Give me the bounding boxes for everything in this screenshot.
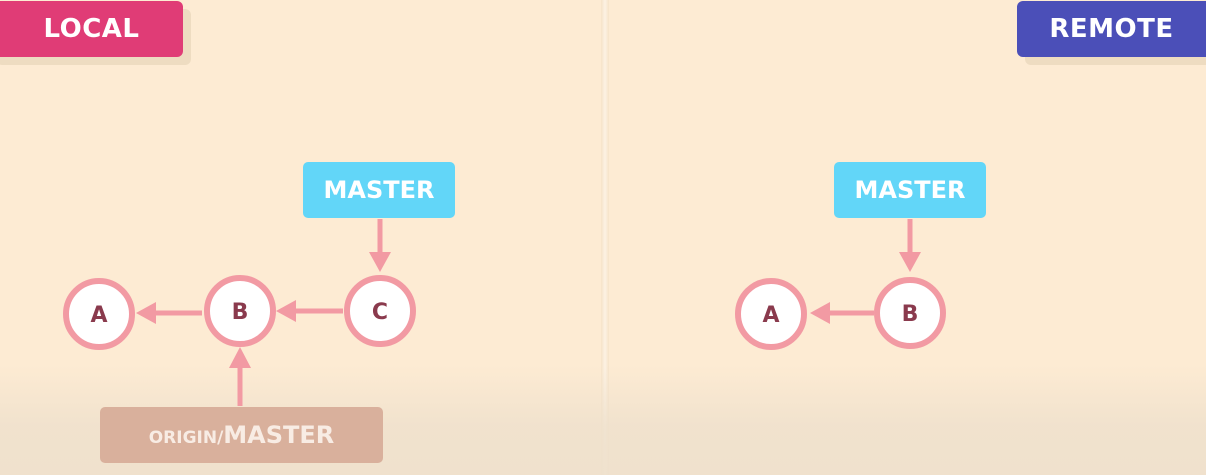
local-commit-c: C (344, 275, 416, 347)
origin-ref-prefix: ORIGIN/ (148, 428, 224, 448)
remote-arrowhead-b-to-a (810, 302, 830, 324)
remote-commit-a-label: A (762, 303, 779, 328)
local-master-ref: MASTER (303, 162, 455, 218)
arrowhead-b-to-a (136, 302, 156, 324)
local-commit-a: A (63, 278, 135, 350)
remote-arrowhead-master-to-b (899, 252, 921, 272)
remote-commit-a: A (735, 278, 807, 350)
arrowhead-c-to-b (276, 300, 296, 322)
local-commit-b: B (204, 275, 276, 347)
local-commit-b-label: B (232, 300, 249, 325)
remote-commit-b-label: B (902, 302, 919, 327)
local-commit-a-label: A (90, 303, 107, 328)
remote-master-ref: MASTER (834, 162, 986, 218)
origin-master-ref: ORIGIN/MASTER (100, 407, 383, 463)
remote-commit-b: B (874, 277, 946, 349)
commit-graph: A B C A B (63, 219, 946, 406)
origin-ref-name: MASTER (223, 421, 335, 449)
local-commit-c-label: C (372, 300, 388, 325)
arrowhead-master-to-c (369, 252, 391, 272)
arrowhead-origin-to-b (229, 347, 251, 368)
